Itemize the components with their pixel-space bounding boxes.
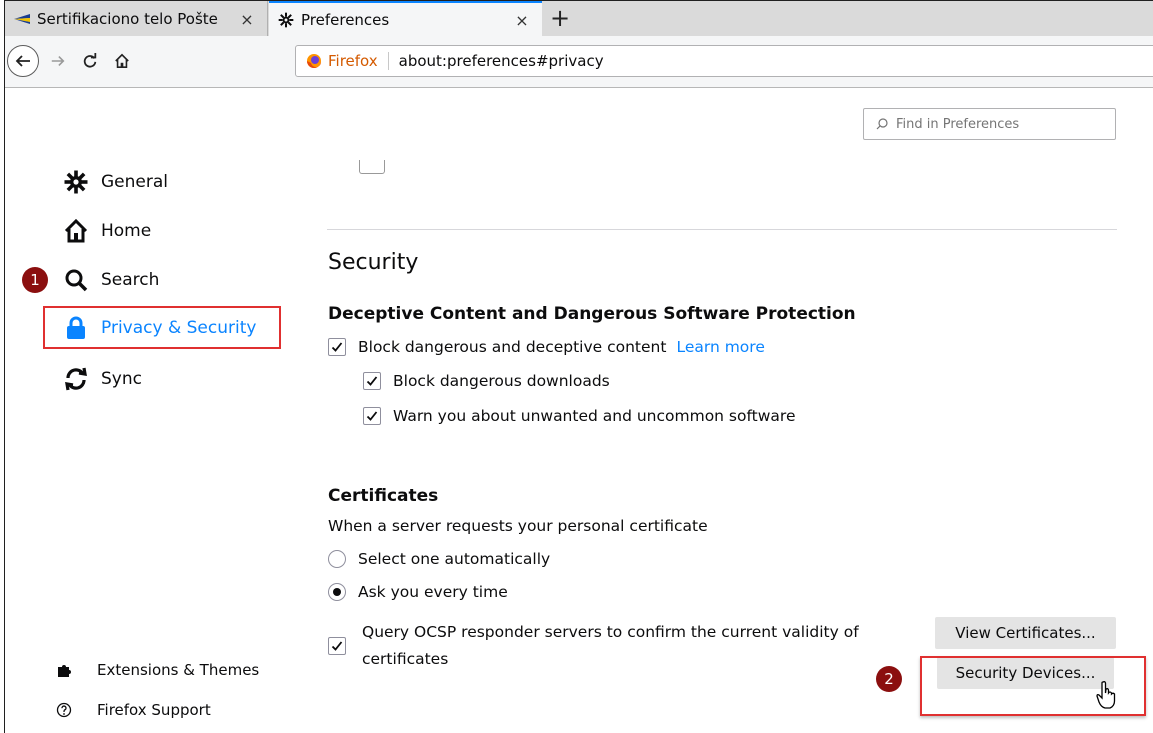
gear-icon: [277, 11, 295, 29]
tab-preferences[interactable]: Preferences ×: [269, 1, 542, 37]
block-downloads-checkbox[interactable]: [363, 372, 381, 390]
search-icon: [876, 118, 888, 130]
scrolled-checkbox-partial[interactable]: [359, 160, 385, 174]
view-certificates-button[interactable]: View Certificates...: [935, 617, 1116, 649]
sidebar-item-label: Home: [101, 221, 152, 241]
search-input[interactable]: [894, 115, 1098, 133]
navigation-bar: Firefox about:preferences#privacy: [5, 36, 1153, 88]
home-button[interactable]: [109, 48, 135, 74]
warn-unwanted-label: Warn you about unwanted and uncommon sof…: [393, 407, 796, 425]
footer-link-label: Extensions & Themes: [97, 661, 260, 679]
reload-button[interactable]: [77, 48, 103, 74]
block-dangerous-content-label: Block dangerous and deceptive content: [358, 338, 667, 356]
select-automatically-row[interactable]: Select one automatically: [328, 550, 550, 568]
tab-strip: Sertifikaciono telo Pošte × Preferences …: [5, 0, 1153, 37]
flag-icon: [13, 10, 31, 28]
warn-unwanted-checkbox[interactable]: [363, 407, 381, 425]
footer-link-label: Firefox Support: [97, 701, 211, 719]
forward-button[interactable]: [45, 48, 71, 74]
checkmark-icon: [331, 342, 343, 352]
close-icon[interactable]: ×: [237, 10, 257, 29]
learn-more-link[interactable]: Learn more: [676, 338, 764, 356]
select-automatically-radio[interactable]: [328, 550, 346, 568]
close-icon[interactable]: ×: [512, 11, 532, 30]
ask-every-time-label: Ask you every time: [358, 583, 508, 601]
checkmark-icon: [366, 411, 378, 421]
radio-dot: [333, 588, 341, 596]
new-tab-button[interactable]: +: [545, 4, 575, 34]
reload-icon: [83, 53, 97, 68]
sidebar-item-sync[interactable]: Sync: [63, 364, 142, 394]
puzzle-icon: [55, 661, 73, 679]
back-button[interactable]: [7, 45, 39, 77]
block-downloads-row[interactable]: Block dangerous downloads: [363, 372, 610, 390]
ocsp-label: Query OCSP responder servers to confirm …: [362, 623, 859, 668]
ask-every-time-row[interactable]: Ask you every time: [328, 583, 508, 601]
back-arrow-icon: [15, 55, 30, 67]
checkmark-icon: [331, 641, 343, 651]
step-badge-2: 2: [876, 666, 902, 692]
help-icon: [55, 701, 73, 719]
browser-window: Sertifikaciono telo Pošte × Preferences …: [4, 0, 1153, 733]
privacy-highlight-box: [43, 306, 281, 349]
select-automatically-label: Select one automatically: [358, 550, 551, 568]
ask-every-time-radio[interactable]: [328, 583, 346, 601]
identity-label[interactable]: Firefox: [328, 52, 389, 70]
sidebar-item-search[interactable]: Search: [63, 265, 159, 295]
ocsp-checkbox[interactable]: [328, 637, 346, 655]
sidebar-item-general[interactable]: General: [63, 167, 168, 197]
firefox-logo-icon: [307, 54, 322, 68]
block-dangerous-content-row[interactable]: Block dangerous and deceptive content Le…: [328, 338, 765, 356]
security-section-title: Security: [328, 250, 419, 275]
extensions-themes-link[interactable]: Extensions & Themes: [55, 661, 259, 679]
sidebar-item-label: Search: [101, 270, 160, 290]
sync-icon: [63, 366, 89, 392]
sidebar-item-label: Sync: [101, 369, 142, 389]
home-icon: [115, 53, 129, 69]
sidebar-item-label: General: [101, 172, 168, 192]
deceptive-content-heading: Deceptive Content and Dangerous Software…: [328, 304, 856, 324]
block-dangerous-content-checkbox[interactable]: [328, 338, 346, 356]
warn-unwanted-row[interactable]: Warn you about unwanted and uncommon sof…: [363, 407, 796, 425]
hand-cursor-icon: [1096, 681, 1116, 709]
forward-arrow-icon: [51, 55, 65, 67]
firefox-support-link[interactable]: Firefox Support: [55, 701, 211, 719]
url-bar[interactable]: Firefox about:preferences#privacy: [295, 45, 1153, 77]
tab-label: Preferences: [301, 11, 390, 29]
section-divider: [327, 229, 1117, 230]
tab-label: Sertifikaciono telo Pošte: [37, 10, 218, 28]
certificates-description: When a server requests your personal cer…: [328, 517, 708, 535]
certificates-heading: Certificates: [328, 486, 439, 506]
home-icon: [63, 218, 89, 244]
gear-icon: [63, 169, 89, 195]
search-icon: [63, 267, 89, 293]
url-text[interactable]: about:preferences#privacy: [399, 52, 604, 70]
tab-sertifikaciono[interactable]: Sertifikaciono telo Pošte ×: [5, 1, 268, 37]
sidebar-item-home[interactable]: Home: [63, 216, 151, 246]
block-downloads-label: Block dangerous downloads: [393, 372, 610, 390]
checkmark-icon: [366, 376, 378, 386]
find-in-preferences[interactable]: [863, 108, 1116, 140]
step-badge-1: 1: [22, 267, 48, 293]
